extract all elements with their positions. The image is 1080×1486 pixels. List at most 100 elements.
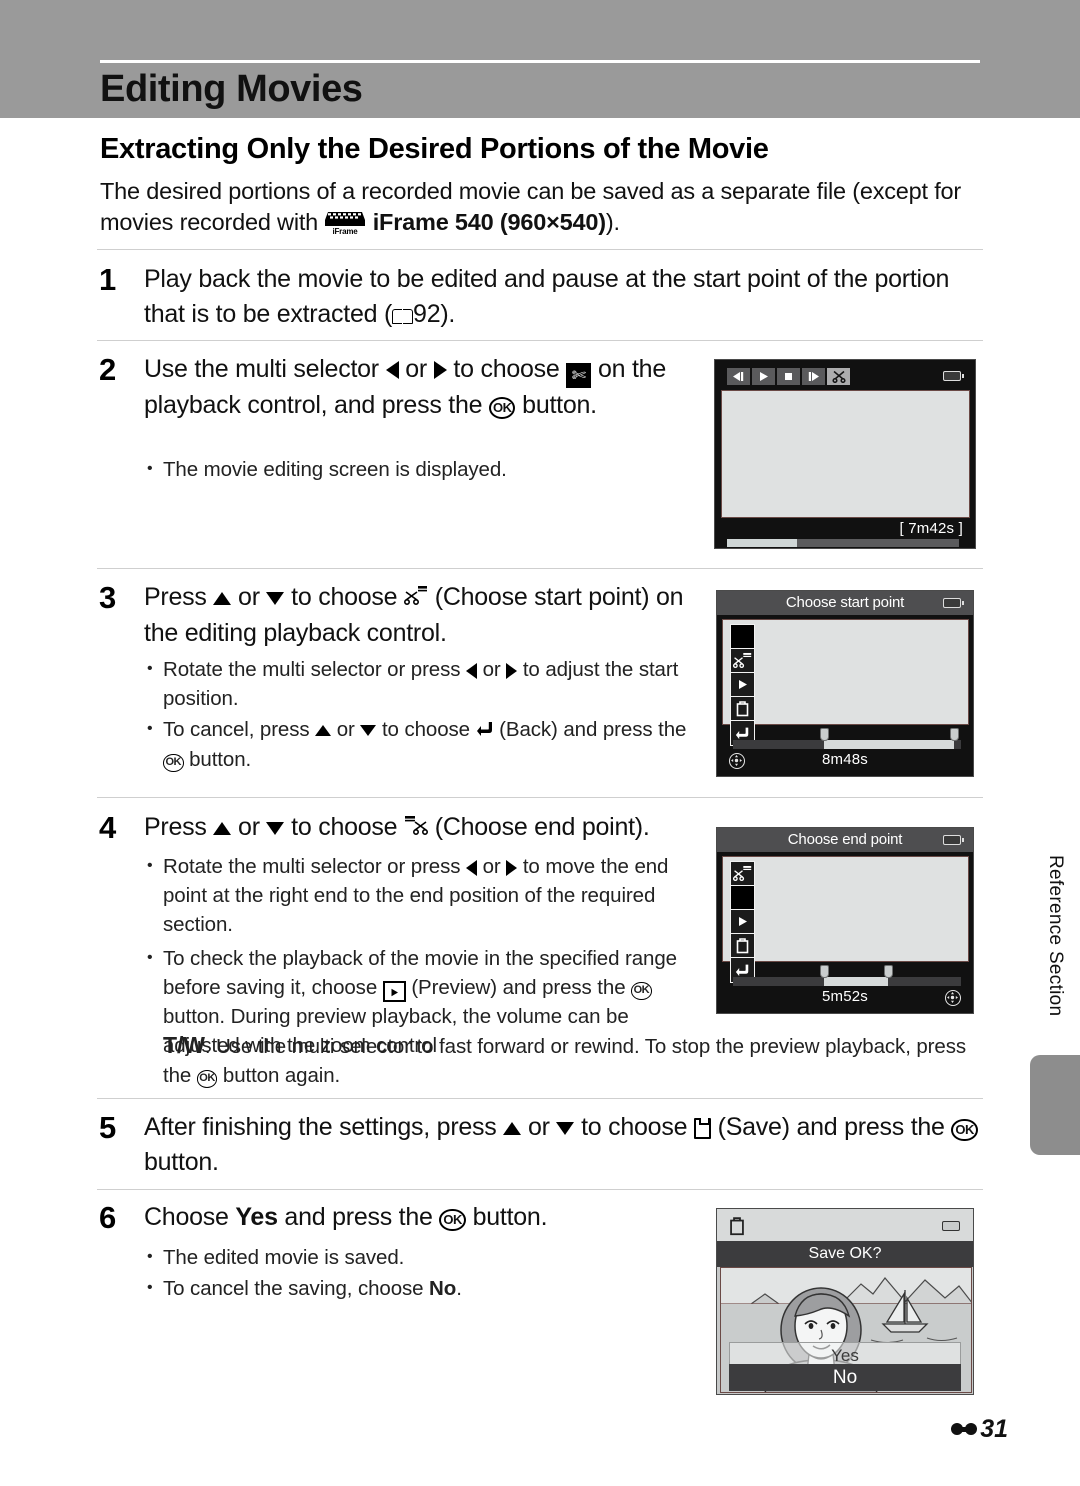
movie-duration-label: [ 7m42s ] <box>899 520 963 537</box>
step-3-b2-a: To cancel, press <box>163 718 316 741</box>
page-header-band: Editing Movies <box>0 0 1080 118</box>
step-4-b1-a: Rotate the multi selector or press <box>163 855 466 878</box>
movie-editing-screen: [ 7m42s ] <box>714 359 976 549</box>
manual-page: Editing Movies Extracting Only the Desir… <box>0 0 1080 1486</box>
step-3-bullets: Rotate the multi selector or press or to… <box>144 654 694 776</box>
start-point-preview-area <box>722 619 969 725</box>
stop-icon[interactable] <box>777 368 800 385</box>
back-icon <box>476 716 494 745</box>
page-footer: 31 <box>951 1415 1008 1444</box>
timeline-selected-range <box>824 740 955 749</box>
screen-title: Choose start point <box>717 591 973 615</box>
section-intro: The desired portions of a recorded movie… <box>100 176 985 238</box>
choose-start-point-icon[interactable] <box>731 862 754 886</box>
step-6-text-a: Choose <box>144 1203 236 1231</box>
start-point-timeline[interactable] <box>733 728 961 749</box>
ok-button-icon: OK <box>439 1208 466 1231</box>
step-4-number: 4 <box>99 810 117 845</box>
step-5-number: 5 <box>99 1110 117 1145</box>
choose-start-point-icon[interactable] <box>731 649 754 673</box>
step-4-text-c: to choose <box>284 813 405 841</box>
preview-play-icon[interactable] <box>731 910 754 934</box>
screen-title: Choose end point <box>717 828 973 852</box>
side-tab-label: Reference Section <box>1045 855 1066 1017</box>
ok-button-icon: OK <box>631 982 652 1000</box>
separator-2 <box>97 340 983 341</box>
editing-icon-column[interactable] <box>730 861 755 983</box>
step-3-number: 3 <box>99 580 117 615</box>
save-icon[interactable] <box>731 697 754 721</box>
page-reference-icon <box>392 308 414 324</box>
step-6-b2-a: To cancel the saving, choose <box>163 1277 430 1300</box>
step-4-b1-b: or <box>477 855 507 878</box>
no-option-row[interactable]: No <box>729 1364 961 1391</box>
step-1-ref-page: 92 <box>413 300 441 328</box>
side-tab-marker <box>1030 1055 1080 1155</box>
step-4-text-b: or <box>231 813 267 841</box>
selected-block[interactable] <box>731 886 754 910</box>
no-option-label: No <box>429 1277 457 1300</box>
multi-selector-right-icon <box>506 662 518 679</box>
ok-button-icon: OK <box>163 754 184 772</box>
save-icon[interactable] <box>731 934 754 958</box>
end-point-time-label: 5m52s <box>821 988 869 1005</box>
frame-rewind-icon[interactable] <box>727 368 750 385</box>
multi-selector-up-icon <box>315 725 332 737</box>
frame-forward-icon[interactable] <box>802 368 825 385</box>
choose-start-point-screen: Choose start point 8m48s <box>716 590 974 777</box>
multi-selector-up-icon <box>503 1121 522 1135</box>
play-icon[interactable] <box>752 368 775 385</box>
save-icon <box>693 1118 711 1139</box>
playback-control-bar[interactable] <box>727 368 850 385</box>
multi-selector-left-icon <box>466 662 477 679</box>
timeline-start-handle[interactable] <box>820 728 830 741</box>
multi-selector-down-icon <box>360 725 377 737</box>
list-item: Rotate the multi selector or press or to… <box>144 851 694 939</box>
step-4-text: Press or to choose (Choose end point). <box>144 810 704 846</box>
multi-selector-left-icon <box>466 859 477 876</box>
step-4-bullet-1: Rotate the multi selector or press or to… <box>144 851 694 941</box>
step-1-text-a: Play back the movie to be edited and pau… <box>144 265 950 328</box>
svg-text:iFrame: iFrame <box>333 227 359 235</box>
step-2-text-a: Use the multi selector <box>144 355 386 383</box>
list-item: The edited movie is saved. <box>144 1242 694 1272</box>
timeline-end-handle[interactable] <box>950 728 960 741</box>
scissors-icon[interactable] <box>827 368 850 385</box>
step-3-b2-c: to choose <box>376 718 476 741</box>
iframe-movie-icon: iFrame <box>324 211 366 236</box>
playback-progress-bar[interactable] <box>727 539 959 547</box>
multi-selector-up-icon <box>213 591 232 605</box>
choose-end-point-icon <box>404 811 429 846</box>
end-point-timeline[interactable] <box>733 965 961 986</box>
list-item: Rotate the multi selector or press or to… <box>144 654 694 713</box>
step-3-b2-d: (Back) and press the <box>493 718 687 741</box>
step-5-text-d: (Save) and press the <box>710 1113 952 1141</box>
save-icon <box>729 1217 745 1241</box>
list-item: The movie editing screen is displayed. <box>144 454 684 484</box>
list-item: To cancel the saving, choose No. <box>144 1273 694 1303</box>
ok-button-icon: OK <box>196 1070 218 1088</box>
section-heading: Extracting Only the Desired Portions of … <box>100 133 769 165</box>
save-prompt-label: Save OK? <box>717 1241 973 1267</box>
step-3-b1-a: Rotate the multi selector or press <box>163 658 466 681</box>
separator-3 <box>97 568 983 569</box>
step-3-text: Press or to choose (Choose start point) … <box>144 580 694 651</box>
multi-selector-right-icon <box>433 361 447 380</box>
step-4-b2-e: button again. <box>217 1064 341 1087</box>
step-1-number: 1 <box>99 262 117 297</box>
selected-block[interactable] <box>731 625 754 649</box>
step-3-text-c: to choose <box>284 583 405 611</box>
editing-icon-column[interactable] <box>730 624 755 746</box>
list-item-continued: T/W. Use the multi selector to fast forw… <box>163 1031 985 1090</box>
ok-button-icon: OK <box>488 396 516 419</box>
intro-format-label: iFrame 540 (960×540) <box>372 209 606 235</box>
preview-play-icon[interactable] <box>731 673 754 697</box>
timeline-end-handle[interactable] <box>884 965 894 978</box>
yes-option-label: Yes <box>235 1203 278 1231</box>
multi-selector-icon <box>729 753 745 769</box>
playback-progress-fill <box>727 539 797 547</box>
separator-5 <box>97 1098 983 1099</box>
step-2-text-b: or <box>398 355 434 383</box>
timeline-start-handle[interactable] <box>820 965 830 978</box>
separator-1 <box>97 249 983 250</box>
